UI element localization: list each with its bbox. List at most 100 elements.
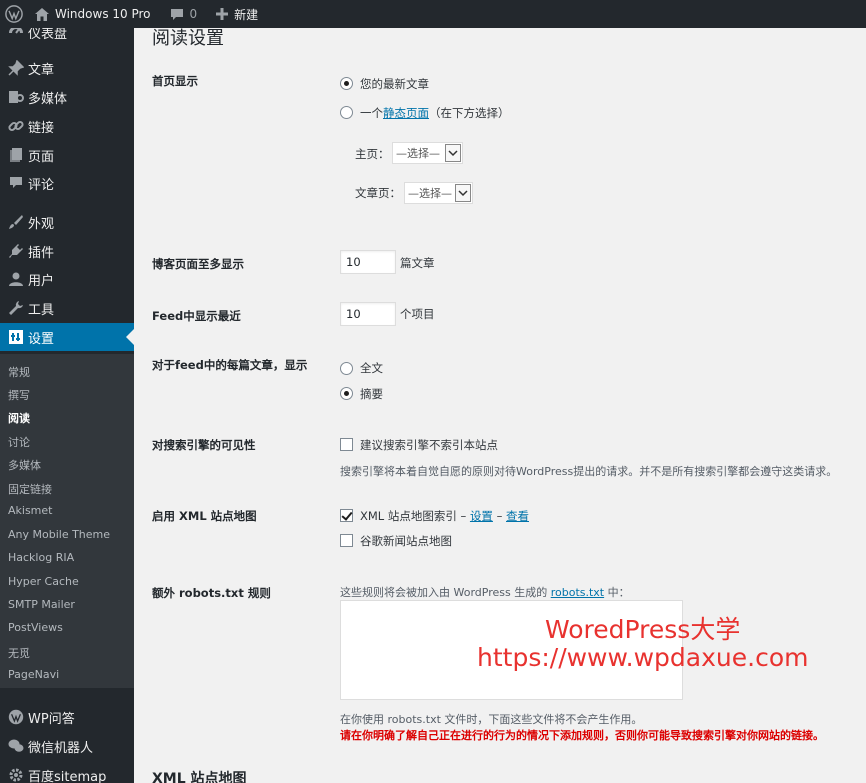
- submenu-item-pagenavi[interactable]: PageNavi: [8, 668, 59, 681]
- dashboard-icon: [6, 28, 26, 42]
- media-icon: [6, 87, 26, 107]
- radio-static-page-label: 一个静态页面（在下方选择）: [360, 106, 510, 120]
- google-news-sitemap-checkbox[interactable]: [340, 534, 353, 547]
- feed-items-suffix: 个项目: [400, 307, 435, 321]
- submenu-item-any-mobile-theme[interactable]: Any Mobile Theme: [8, 528, 110, 541]
- menu-item-baidu-sitemap[interactable]: 百度sitemap: [0, 761, 134, 783]
- radio-static-page[interactable]: [340, 106, 353, 119]
- discourage-search-checkbox[interactable]: [340, 438, 353, 451]
- wrench-icon: [6, 298, 26, 318]
- chevron-down-icon: [445, 144, 461, 162]
- feed-items-label: Feed中显示最近: [152, 309, 241, 323]
- sitemap-view-link[interactable]: 查看: [506, 509, 529, 523]
- comment-icon: [6, 173, 26, 193]
- comment-bubble-icon: [170, 8, 184, 21]
- menu-item-wechat-robot[interactable]: 微信机器人: [0, 732, 134, 760]
- submenu-item-discussion[interactable]: 讨论: [8, 434, 30, 450]
- main-content: 阅读设置 首页显示 您的最新文章 一个静态页面（在下方选择） 主页： —选择— …: [134, 28, 866, 783]
- submenu-item-writing[interactable]: 撰写: [8, 387, 30, 403]
- brush-icon: [6, 212, 26, 232]
- settings-icon: [6, 327, 26, 347]
- watermark-url: https://www.wpdaxue.com: [477, 643, 809, 672]
- radio-feed-full-label: 全文: [360, 361, 383, 375]
- posts-per-page-input[interactable]: 10: [340, 250, 396, 274]
- menu-item-wp-qa[interactable]: WP问答: [0, 703, 134, 731]
- submenu-item-general[interactable]: 常规: [8, 364, 30, 380]
- radio-latest-posts[interactable]: [340, 77, 353, 90]
- xml-sitemap-section-title: XML 站点地图: [152, 771, 247, 783]
- google-news-sitemap-label: 谷歌新闻站点地图: [360, 534, 452, 548]
- static-page-link[interactable]: 静态页面: [383, 106, 429, 120]
- feed-content-label: 对于feed中的每篇文章，显示: [152, 358, 308, 372]
- home-page-select[interactable]: —选择—: [392, 142, 463, 164]
- submenu-item-reading[interactable]: 阅读: [8, 410, 30, 426]
- posts-page-select[interactable]: —选择—: [404, 182, 473, 204]
- site-name: Windows 10 Pro: [55, 7, 151, 21]
- wordpress-icon: [6, 707, 26, 727]
- sitemap-settings-link[interactable]: 设置: [470, 509, 493, 523]
- user-icon: [6, 269, 26, 289]
- submenu-item-wumi[interactable]: 无觅: [8, 645, 30, 661]
- front-page-label: 首页显示: [152, 74, 198, 88]
- feed-items-input[interactable]: 10: [340, 302, 396, 326]
- submenu-item-hyper-cache[interactable]: Hyper Cache: [8, 575, 79, 588]
- submenu-item-media[interactable]: 多媒体: [8, 457, 41, 473]
- home-icon: [35, 7, 49, 21]
- radio-feed-summary-label: 摘要: [360, 387, 383, 401]
- menu-item-links[interactable]: 链接: [0, 112, 134, 140]
- admin-bar: Windows 10 Pro 0 新建: [0, 0, 866, 28]
- settings-submenu: 常规 撰写 阅读 讨论 多媒体 固定链接 Akismet Any Mobile …: [0, 354, 134, 688]
- submenu-item-akismet[interactable]: Akismet: [8, 504, 52, 517]
- home-page-label: 主页：: [355, 147, 390, 161]
- comments-menu[interactable]: 0: [163, 0, 205, 28]
- menu-item-appearance[interactable]: 外观: [0, 208, 134, 236]
- posts-page-label: 文章页：: [355, 186, 401, 200]
- gear-icon: [6, 765, 26, 783]
- current-menu-arrow: [126, 329, 134, 345]
- comments-count: 0: [189, 7, 198, 21]
- pin-icon: [6, 58, 26, 78]
- menu-item-pages[interactable]: 页面: [0, 141, 134, 169]
- radio-feed-summary[interactable]: [340, 387, 353, 400]
- menu-item-settings[interactable]: 设置: [0, 323, 134, 351]
- link-icon: [6, 116, 26, 136]
- discourage-search-label: 建议搜索引擎不索引本站点: [360, 438, 498, 452]
- menu-item-dashboard[interactable]: 仪表盘: [0, 28, 134, 46]
- posts-per-page-label: 博客页面至多显示: [152, 257, 244, 271]
- chevron-down-icon: [455, 184, 471, 202]
- site-name-menu[interactable]: Windows 10 Pro: [28, 0, 158, 28]
- plus-icon: [216, 8, 229, 20]
- posts-per-page-suffix: 篇文章: [400, 256, 435, 270]
- submenu-item-postviews[interactable]: PostViews: [8, 621, 63, 634]
- wechat-icon: [6, 736, 26, 756]
- robots-warning: 请在你明确了解自己正在进行的行为的情况下添加规则，否则你可能导致搜索引擎对你网站…: [340, 729, 824, 742]
- visibility-label: 对搜索引擎的可见性: [152, 438, 256, 452]
- xml-sitemap-index-checkbox[interactable]: [340, 509, 353, 522]
- submenu-item-permalinks[interactable]: 固定链接: [8, 481, 52, 497]
- plugin-icon: [6, 241, 26, 261]
- watermark-title: WoredPress大学: [545, 615, 741, 644]
- admin-sidebar: 仪表盘 文章 多媒体 链接 页面 评论 外观 插件 用户 工具 设置 常规 撰写…: [0, 28, 134, 783]
- radio-feed-full[interactable]: [340, 362, 353, 375]
- page-title: 阅读设置: [152, 28, 224, 49]
- submenu-item-hacklog-ria[interactable]: Hacklog RIA: [8, 551, 74, 564]
- new-label: 新建: [234, 7, 259, 22]
- xml-sitemap-index-row: XML 站点地图索引 – 设置 – 查看: [360, 509, 529, 523]
- robots-intro: 这些规则将会被加入由 WordPress 生成的 robots.txt 中：: [340, 586, 630, 599]
- menu-item-media[interactable]: 多媒体: [0, 83, 134, 111]
- menu-item-posts[interactable]: 文章: [0, 54, 134, 82]
- menu-item-tools[interactable]: 工具: [0, 294, 134, 322]
- new-content-menu[interactable]: 新建: [209, 0, 265, 28]
- menu-item-comments[interactable]: 评论: [0, 169, 134, 197]
- menu-item-users[interactable]: 用户: [0, 265, 134, 293]
- robots-txt-link[interactable]: robots.txt: [551, 586, 604, 599]
- submenu-item-smtp-mailer[interactable]: SMTP Mailer: [8, 598, 75, 611]
- page-icon: [6, 145, 26, 165]
- menu-item-plugins[interactable]: 插件: [0, 237, 134, 265]
- wordpress-logo-icon[interactable]: [0, 0, 28, 28]
- radio-latest-posts-label: 您的最新文章: [360, 77, 429, 91]
- robots-label: 额外 robots.txt 规则: [152, 586, 271, 600]
- visibility-description: 搜索引擎将本着自觉自愿的原则对待WordPress提出的请求。并不是所有搜索引擎…: [340, 465, 838, 478]
- xml-sitemap-label: 启用 XML 站点地图: [152, 509, 257, 523]
- robots-note: 在你使用 robots.txt 文件时，下面这些文件将不会产生作用。: [340, 713, 643, 726]
